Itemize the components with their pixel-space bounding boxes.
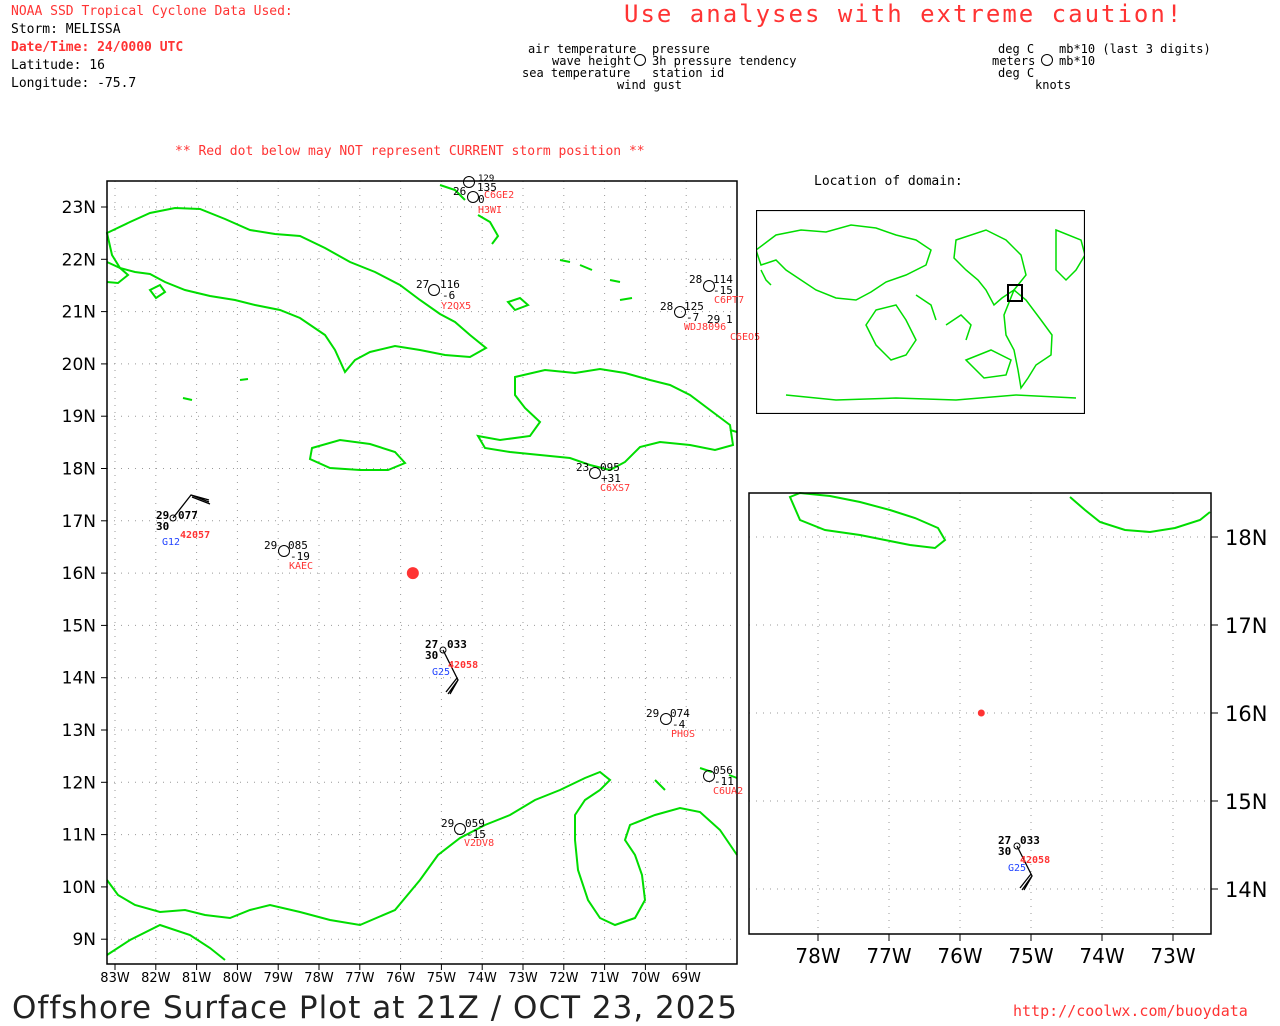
lat-label: 17N [1225, 614, 1267, 638]
lat-label: 16N [1225, 702, 1267, 726]
lon-label: 76W [937, 944, 982, 968]
source-url-link[interactable]: http://coolwx.com/buoydata [1013, 1002, 1248, 1020]
lat-label: 18N [1225, 526, 1267, 550]
zoom-storm-position-dot [977, 709, 985, 717]
lon-label: 78W [795, 944, 840, 968]
lat-label: 14N [1225, 878, 1267, 902]
plot-title: Offshore Surface Plot at 21Z / OCT 23, 2… [12, 990, 738, 1026]
station-pressure: 033 [1020, 834, 1040, 847]
zoom-map-lat-labels: 18N 17N 16N 15N 14N [1225, 526, 1267, 902]
zoom-map: 18N 17N 16N 15N 14N 78W 77W 76W 75W 74W 73W [748, 491, 1267, 968]
lon-label: 74W [1079, 944, 1124, 968]
lon-label: 77W [866, 944, 911, 968]
lon-label: 73W [1150, 944, 1195, 968]
zoom-map-lon-labels: 78W 77W 76W 75W 74W 73W [795, 944, 1195, 968]
zoom-map-coastlines [788, 491, 1211, 550]
station-sea-temp: 30 [998, 845, 1012, 858]
lat-label: 15N [1225, 790, 1267, 814]
zoom-map-grid [749, 493, 1218, 941]
lon-label: 75W [1008, 944, 1053, 968]
station-gust: G25 [1008, 863, 1027, 874]
